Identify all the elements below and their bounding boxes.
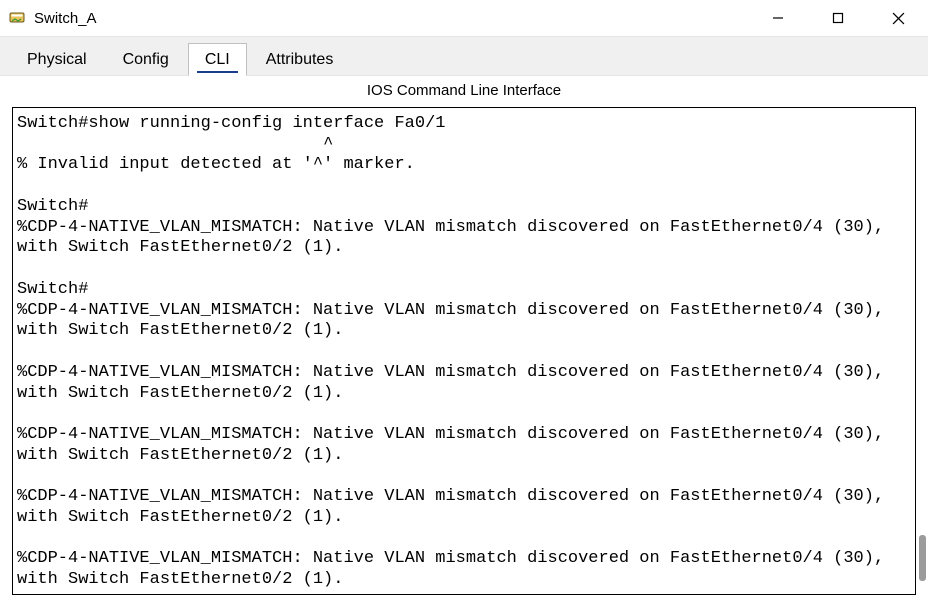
cli-terminal[interactable]: Switch#show running-config interface Fa0… bbox=[12, 107, 916, 595]
app-icon bbox=[8, 9, 26, 27]
maximize-button[interactable] bbox=[808, 0, 868, 36]
tab-config[interactable]: Config bbox=[106, 43, 186, 76]
window-controls bbox=[748, 0, 928, 36]
tab-cli[interactable]: CLI bbox=[188, 43, 247, 76]
tab-attributes[interactable]: Attributes bbox=[249, 43, 351, 76]
scrollbar-thumb[interactable] bbox=[919, 535, 926, 581]
titlebar: Switch_A bbox=[0, 0, 928, 36]
minimize-button[interactable] bbox=[748, 0, 808, 36]
window-title: Switch_A bbox=[34, 10, 748, 27]
cli-subtitle: IOS Command Line Interface bbox=[0, 76, 928, 103]
tab-physical[interactable]: Physical bbox=[10, 43, 104, 76]
close-button[interactable] bbox=[868, 0, 928, 36]
tabstrip: Physical Config CLI Attributes bbox=[0, 36, 928, 76]
